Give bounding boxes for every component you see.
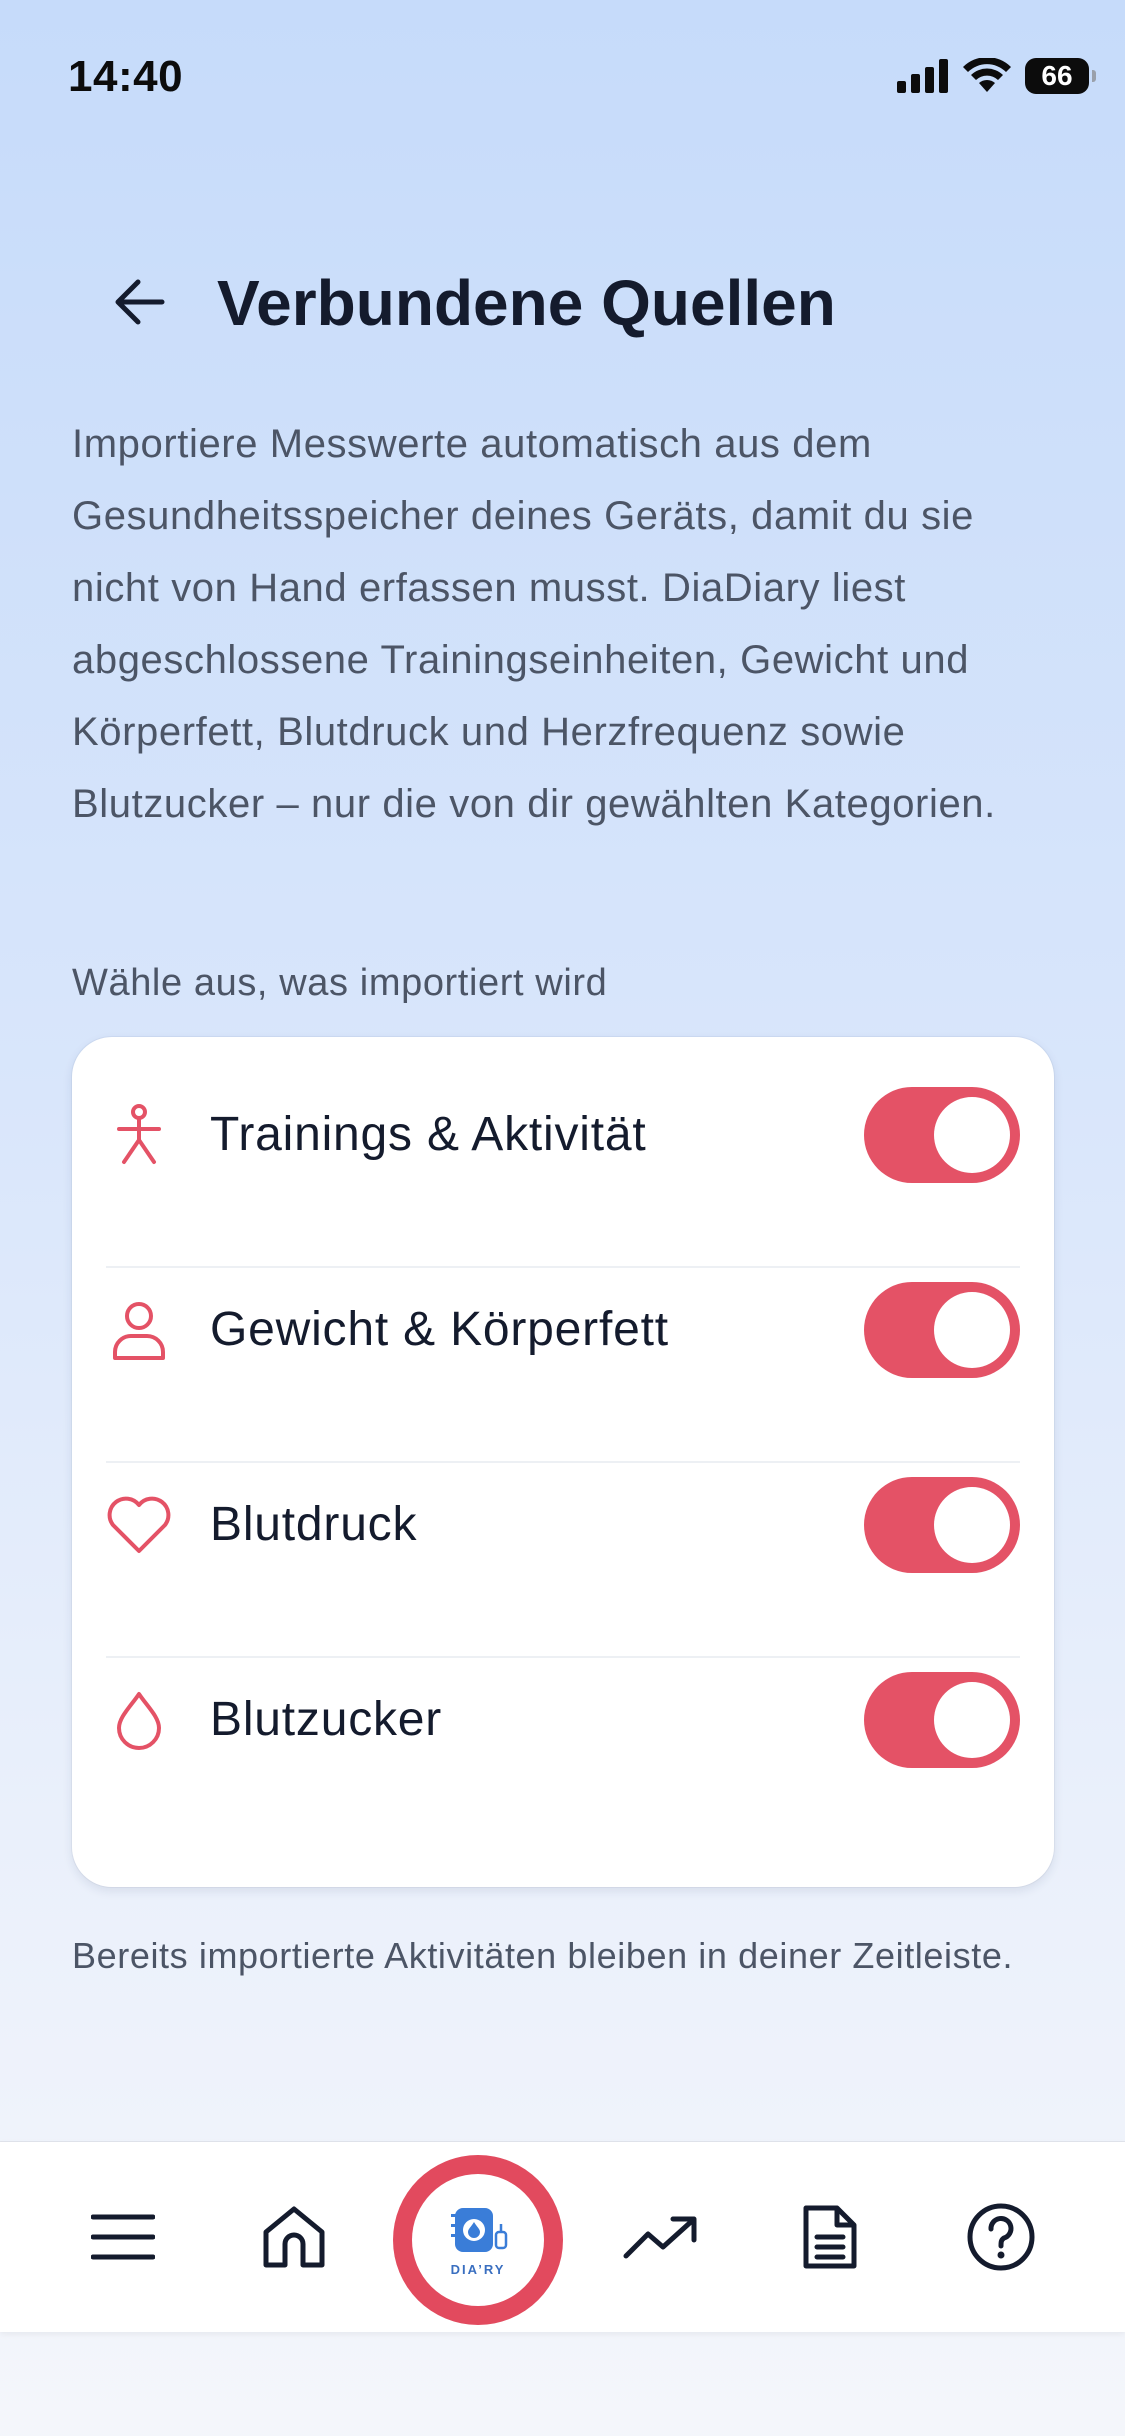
home-icon	[263, 2206, 325, 2268]
intro-text: Importiere Messwerte automatisch aus dem…	[72, 422, 996, 826]
toggle-knob	[934, 1096, 1010, 1173]
category-label: Trainings & Aktivität	[210, 1108, 647, 1161]
signal-icon	[897, 59, 948, 93]
diary-logo-button[interactable]: DIA’RY	[393, 2155, 563, 2325]
toggle-knob	[934, 1291, 1010, 1368]
diary-logo: DIA’RY	[412, 2174, 544, 2306]
category-label: Blutdruck	[210, 1498, 418, 1551]
trend-icon	[623, 2216, 697, 2259]
menu-tab[interactable]	[73, 2187, 173, 2287]
toggle-activity[interactable]	[864, 1086, 1020, 1183]
categories-card: Trainings & Aktivität Gewicht & Körperfe…	[72, 1037, 1054, 1887]
page-title: Verbundene Quellen	[217, 267, 836, 339]
logo-text: DIA’RY	[450, 2261, 506, 2277]
trends-tab[interactable]	[611, 2187, 711, 2287]
status-bar: 14:40 66	[0, 0, 1125, 150]
section-label: Wähle aus, was importiert wird	[72, 962, 608, 1004]
status-time: 14:40	[68, 52, 184, 101]
person-walking-icon	[104, 1100, 174, 1170]
help-icon	[967, 2203, 1035, 2271]
wifi-icon	[963, 58, 1011, 92]
footnote: Bereits importierte Aktivitäten bleiben …	[72, 1935, 1014, 1976]
status-icons: 66	[897, 58, 1096, 94]
category-row-blood-glucose[interactable]: Blutzucker	[106, 1622, 1020, 1817]
category-label: Blutzucker	[210, 1693, 443, 1746]
category-label: Gewicht & Körperfett	[210, 1303, 669, 1356]
user-icon	[104, 1295, 174, 1365]
help-tab[interactable]	[951, 2187, 1051, 2287]
reports-tab[interactable]	[780, 2187, 880, 2287]
toggle-blood-pressure[interactable]	[864, 1476, 1020, 1573]
header: Verbundene Quellen	[0, 250, 1125, 350]
bottom-tab-bar: DIA’RY	[0, 2142, 1125, 2332]
back-button[interactable]	[100, 262, 180, 342]
menu-icon	[91, 2214, 155, 2260]
toggle-weight[interactable]	[864, 1281, 1020, 1378]
home-tab[interactable]	[244, 2187, 344, 2287]
arrow-left-icon	[115, 279, 165, 325]
drop-icon	[104, 1685, 174, 1755]
document-icon	[803, 2205, 857, 2269]
heart-icon	[104, 1490, 174, 1560]
category-row-activity[interactable]: Trainings & Aktivität	[106, 1037, 1020, 1232]
toggle-knob	[934, 1486, 1010, 1563]
category-row-weight[interactable]: Gewicht & Körperfett	[106, 1232, 1020, 1427]
diary-logo-icon	[451, 2207, 508, 2252]
toggle-knob	[934, 1681, 1010, 1758]
battery-indicator: 66	[1025, 58, 1096, 94]
category-row-blood-pressure[interactable]: Blutdruck	[106, 1427, 1020, 1622]
toggle-blood-glucose[interactable]	[864, 1671, 1020, 1768]
